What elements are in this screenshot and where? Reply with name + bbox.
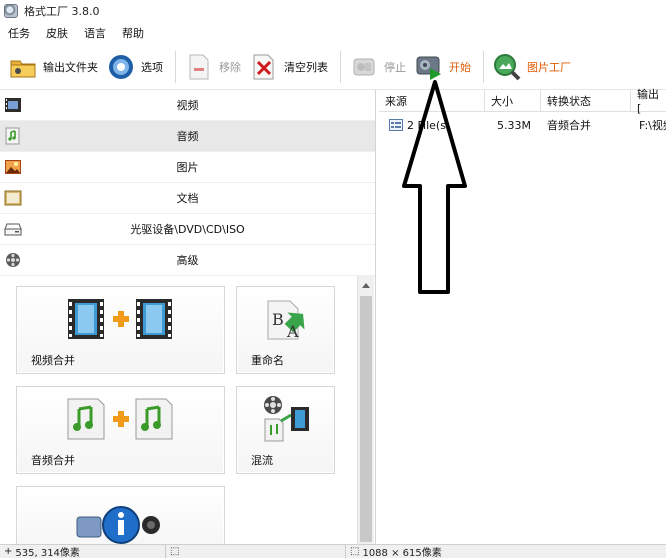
audio-merge-tile[interactable]: 音频合并: [16, 386, 225, 474]
header-status[interactable]: 转换状态: [541, 90, 631, 112]
svg-text:B: B: [272, 310, 284, 329]
header-output[interactable]: 输出 [: [631, 88, 666, 115]
app-logo-icon: [4, 4, 18, 18]
crosshair-icon: +: [4, 546, 13, 557]
menu-skin[interactable]: 皮肤: [46, 25, 68, 41]
picture-factory-button[interactable]: 图片工厂: [490, 49, 577, 85]
cursor-position: + 535, 314像素: [0, 544, 166, 558]
toolbar-separator: [175, 50, 176, 83]
clear-list-icon: [249, 52, 279, 82]
start-play-icon: [414, 52, 444, 82]
picture-factory-icon: [492, 52, 522, 82]
status-bar: + 535, 314像素 ⬚ ⬚ 1088 × 615像素: [0, 544, 666, 558]
row-size-cell: 5.33M: [497, 118, 531, 132]
options-button[interactable]: 选项: [104, 49, 169, 85]
category-audio[interactable]: 音频: [0, 121, 375, 152]
mux-tile[interactable]: 混流: [236, 386, 335, 474]
category-video[interactable]: 视频: [0, 90, 375, 121]
mux-icon: [237, 393, 334, 445]
advanced-icon: [3, 250, 23, 270]
category-document[interactable]: 文档: [0, 183, 375, 214]
remove-icon: [184, 52, 214, 82]
menu-help[interactable]: 帮助: [122, 25, 144, 41]
scroll-thumb[interactable]: [360, 296, 372, 542]
row-status-cell: 音频合并: [547, 119, 591, 132]
scroll-up-arrow-icon[interactable]: [358, 276, 374, 293]
video-icon: [3, 95, 23, 115]
category-optical-drive[interactable]: 光驱设备\DVD\CD\ISO: [0, 214, 375, 245]
clear-list-button[interactable]: 清空列表: [247, 49, 334, 85]
advanced-tools-grid: 视频合并 B A 重命名 音频合并 混流: [0, 276, 356, 544]
rename-tile[interactable]: B A 重命名: [236, 286, 335, 374]
picture-icon: [3, 157, 23, 177]
header-source[interactable]: 来源: [379, 90, 485, 112]
info-icon: [17, 499, 224, 544]
menu-bar: 任务 皮肤 语言 帮助: [0, 22, 666, 44]
image-size-icon: ⬚: [350, 546, 360, 557]
options-gear-icon: [106, 52, 136, 82]
output-folder-button[interactable]: 输出文件夹: [6, 49, 104, 85]
category-picture[interactable]: 图片: [0, 152, 375, 183]
video-merge-tile[interactable]: 视频合并: [16, 286, 225, 374]
toolbar: 输出文件夹 选项 移除 清空列表 停止 开始 图片工厂: [0, 44, 666, 90]
stop-button[interactable]: 停止: [347, 49, 412, 85]
selection-icon: ⬚: [170, 546, 180, 557]
toolbar-separator: [340, 50, 341, 83]
rename-icon: B A: [237, 293, 334, 345]
audio-icon: [3, 126, 23, 146]
menu-task[interactable]: 任务: [8, 25, 30, 41]
row-output-cell: F:\视频: [639, 119, 666, 132]
window-title: 格式工厂 3.8.0: [24, 5, 100, 18]
stop-icon: [349, 52, 379, 82]
file-list-icon: [389, 119, 403, 131]
header-size[interactable]: 大小: [485, 90, 541, 112]
folder-icon: [8, 52, 38, 82]
row-source-cell: 2 File(s): [383, 114, 485, 136]
image-size: ⬚ 1088 × 615像素: [350, 546, 442, 558]
selection-size: ⬚: [166, 544, 346, 558]
video-merge-icon: [17, 293, 224, 345]
category-advanced[interactable]: 高级: [0, 245, 375, 276]
menu-language[interactable]: 语言: [84, 25, 106, 41]
start-button[interactable]: 开始: [412, 49, 477, 85]
toolbar-separator: [483, 50, 484, 83]
svg-text:A: A: [286, 322, 299, 341]
optical-drive-icon: [3, 219, 23, 239]
audio-merge-icon: [17, 393, 224, 445]
document-icon: [3, 188, 23, 208]
tiles-scrollbar[interactable]: [357, 276, 374, 544]
media-info-tile[interactable]: [16, 486, 225, 544]
title-bar: 格式工厂 3.8.0: [0, 0, 666, 22]
task-list: 来源 大小 转换状态 输出 [ 2 File(s) 5.33M 音频合并 F:\…: [379, 88, 666, 544]
remove-button[interactable]: 移除: [182, 49, 247, 85]
